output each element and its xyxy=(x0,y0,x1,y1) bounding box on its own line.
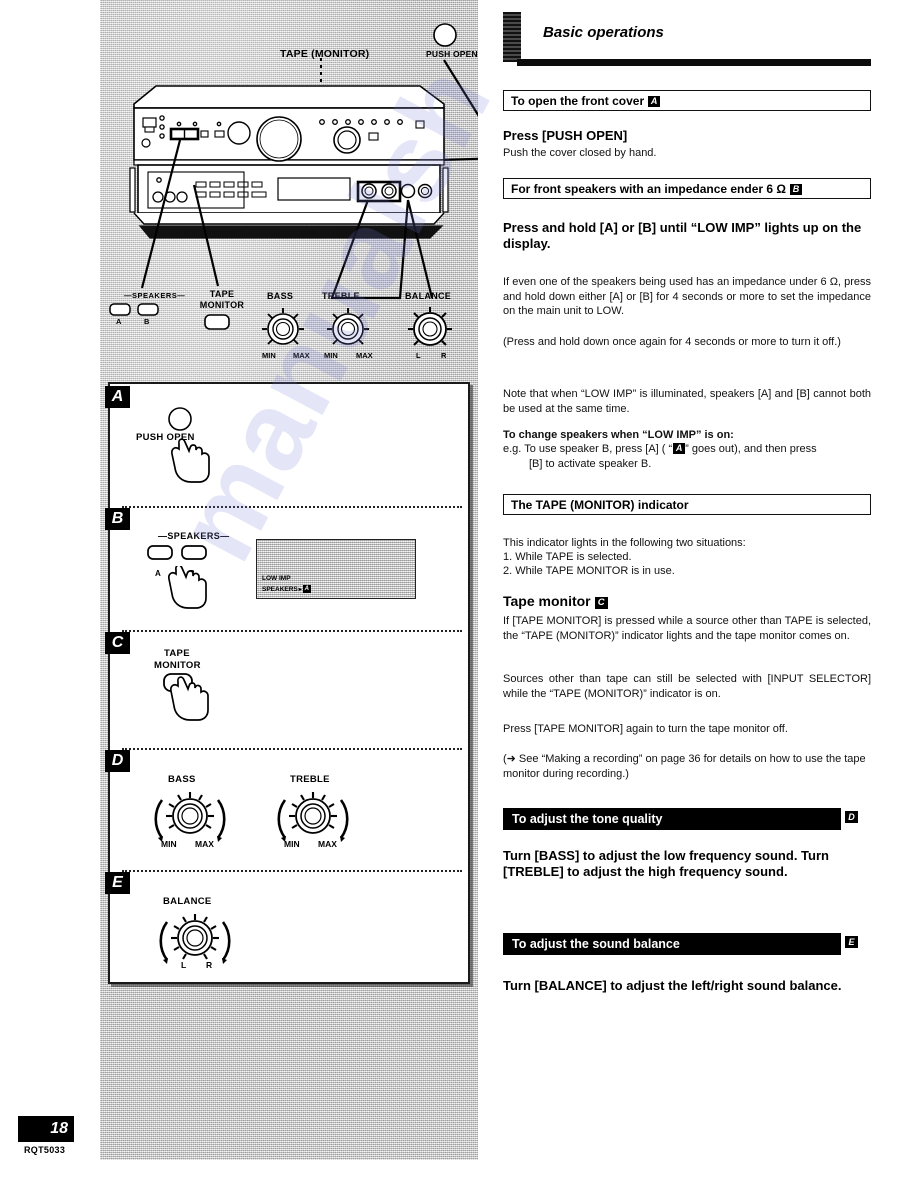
speaker-b-label: B xyxy=(144,317,150,326)
subhead-change-speakers: To change speakers when “LOW IMP” is on: xyxy=(503,429,734,441)
bass-callout-label: BASS xyxy=(267,291,294,301)
body-indicator-intro: This indicator lights in the following t… xyxy=(503,537,746,549)
panel-letter-c: C xyxy=(105,632,130,654)
chapter-bar-vertical xyxy=(503,12,521,62)
header-open-front-cover-text: To open the front cover A xyxy=(504,94,661,108)
display-speakers-row: SPEAKERS ▸ A xyxy=(262,585,311,593)
panel-c-tape-label-2: MONITOR xyxy=(154,660,201,671)
panel-e-l-label: L xyxy=(181,960,187,970)
panel-letter-a: A xyxy=(105,386,130,408)
balance-r-label: R xyxy=(441,351,447,360)
panel-b-display: LOW IMP SPEAKERS ▸ A xyxy=(256,539,416,599)
panel-c-tape-label-1: TAPE xyxy=(164,648,190,659)
list-item-tape-selected: 1. While TAPE is selected. xyxy=(503,551,632,563)
panel-letter-d: D xyxy=(105,750,130,772)
header-tone-quality-text: To adjust the tone quality xyxy=(512,812,663,826)
content-column: Basic operations To open the front cover… xyxy=(497,0,872,1188)
panel-e-r-label: R xyxy=(206,960,213,970)
display-speaker-a-badge: A xyxy=(302,585,311,593)
panel-e-balance-label: BALANCE xyxy=(163,896,212,907)
panel-d-bass-max: MAX xyxy=(195,839,214,849)
header-tape-monitor-indicator-text: The TAPE (MONITOR) indicator xyxy=(511,497,689,512)
header-impedance: For front speakers with an impedance end… xyxy=(503,178,871,199)
lead-tone-quality: Turn [BASS] to adjust the low frequency … xyxy=(503,848,829,879)
tape-monitor-btn-line1: TAPE xyxy=(209,289,235,299)
balance-l-label: L xyxy=(416,351,421,360)
header-impedance-text: For front speakers with an impedance end… xyxy=(504,182,803,196)
display-speakers-label: SPEAKERS xyxy=(262,585,298,593)
panel-d-bass-label: BASS xyxy=(168,774,196,785)
divider-d-e xyxy=(122,870,462,872)
chapter-bar-horizontal xyxy=(517,59,871,66)
panel-e-balance-knob-art xyxy=(159,914,231,964)
tape-monitor-btn-line2: MONITOR xyxy=(199,300,245,310)
step-panels-box: A PUSH OPEN B —SPEAKERS— A B LOW IMP xyxy=(105,382,470,984)
body-impedance-p2: (Press and hold down once again for 4 se… xyxy=(503,336,841,348)
divider-c-d xyxy=(122,748,462,750)
badge-e: E xyxy=(845,936,858,948)
lead-press-push-open: Press [PUSH OPEN] xyxy=(503,128,628,143)
panel-a-push-open-label: PUSH OPEN xyxy=(136,432,195,443)
lead-press-and-hold: Press and hold [A] or [B] until “LOW IMP… xyxy=(503,220,862,251)
badge-c: C xyxy=(594,597,608,609)
panel-a-push-open-art xyxy=(168,407,210,483)
header-tone-quality: To adjust the tone quality xyxy=(503,808,841,830)
panel-d-treble-label: TREBLE xyxy=(290,774,330,785)
body-push-cover-closed: Push the cover closed by hand. xyxy=(503,147,657,159)
panel-d-bass-min: MIN xyxy=(161,839,177,849)
treble-min-label: MIN xyxy=(324,351,338,360)
body-impedance-p1: If even one of the speakers being used h… xyxy=(503,276,871,317)
divider-a-b xyxy=(122,506,462,508)
divider-b-c xyxy=(122,630,462,632)
receiver-diagram: TAPE (MONITOR) PUSH OPEN —SPEAKERS— A B … xyxy=(100,0,478,372)
speakers-callout-label: —SPEAKERS— xyxy=(124,291,186,300)
bass-max-label: MAX xyxy=(293,351,310,360)
panel-letter-b: B xyxy=(105,508,130,530)
header-sound-balance: To adjust the sound balance xyxy=(503,933,841,955)
display-arrow-icon: ▸ xyxy=(298,586,302,593)
list-item-tape-monitor-in-use: 2. While TAPE MONITOR is in use. xyxy=(503,565,675,577)
chapter-header: Basic operations xyxy=(503,12,871,74)
page-number-block: 18 xyxy=(18,1116,74,1142)
manual-page: TAPE (MONITOR) PUSH OPEN —SPEAKERS— A B … xyxy=(0,0,918,1188)
bass-min-label: MIN xyxy=(262,351,276,360)
header-tape-monitor-indicator: The TAPE (MONITOR) indicator xyxy=(503,494,871,515)
body-tape-monitor-reference: (➜ See “Making a recording” on page 36 f… xyxy=(503,753,866,780)
panel-d-treble-min: MIN xyxy=(284,839,300,849)
panel-b-btn-a-label: A xyxy=(155,569,161,578)
badge-a: A xyxy=(648,95,661,107)
badge-inline-a: A xyxy=(673,443,686,454)
treble-max-label: MAX xyxy=(356,351,373,360)
body-tape-monitor-p3: Press [TAPE MONITOR] again to turn the t… xyxy=(503,723,788,735)
document-code: RQT5033 xyxy=(24,1145,66,1155)
body-tape-monitor-p2: Sources other than tape can still be sel… xyxy=(503,673,871,700)
header-sound-balance-text: To adjust the sound balance xyxy=(512,937,680,951)
body-impedance-p3: Note that when “LOW IMP” is illuminated,… xyxy=(503,388,871,415)
panel-c-button-hand-art xyxy=(163,673,209,721)
subhead-tape-monitor: Tape monitor C xyxy=(503,593,871,610)
badge-d: D xyxy=(845,811,858,823)
header-open-front-cover: To open the front cover A xyxy=(503,90,871,111)
panel-d-knobs-art xyxy=(154,792,349,842)
panel-d-treble-max: MAX xyxy=(318,839,337,849)
tape-monitor-button-art xyxy=(204,314,230,330)
panel-b-speakers-label: —SPEAKERS— xyxy=(158,531,230,541)
panel-b-hand-art xyxy=(168,566,207,609)
lead-sound-balance: Turn [BALANCE] to adjust the left/right … xyxy=(503,978,842,993)
speaker-a-label: A xyxy=(116,317,122,326)
panel-letter-e: E xyxy=(105,872,130,894)
badge-b: B xyxy=(790,183,803,195)
balance-callout-label: BALANCE xyxy=(405,291,452,301)
chapter-title: Basic operations xyxy=(543,24,664,41)
body-change-speakers-example: e.g. To use speaker B, press [A] ( “A” g… xyxy=(503,443,817,470)
treble-callout-label: TREBLE xyxy=(322,291,360,301)
body-tape-monitor-p1: If [TAPE MONITOR] is pressed while a sou… xyxy=(503,615,871,642)
display-low-imp-label: LOW IMP xyxy=(262,575,291,582)
